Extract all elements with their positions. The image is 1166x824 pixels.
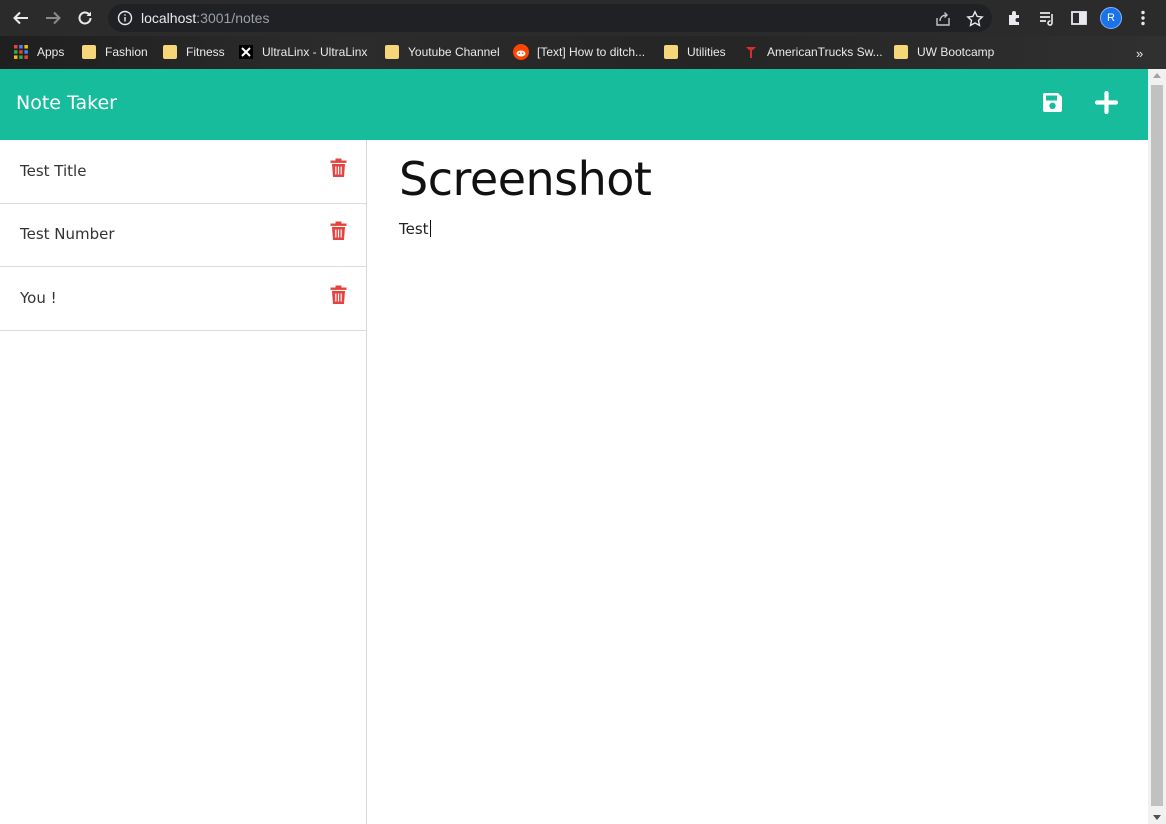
folder-icon: [664, 45, 678, 59]
reload-button[interactable]: [72, 6, 98, 30]
note-title-input[interactable]: Screenshot: [399, 152, 652, 206]
bookmark-label: AmericanTrucks Sw...: [767, 45, 883, 59]
bookmark-ultralinx[interactable]: UltraLinx - UltraLinx: [239, 42, 367, 62]
app-title[interactable]: Note Taker: [16, 92, 117, 114]
new-note-plus-icon[interactable]: [1094, 90, 1119, 115]
note-list-item[interactable]: You !: [0, 267, 366, 331]
profile-avatar[interactable]: R: [1100, 7, 1122, 29]
note-list-title[interactable]: Test Title: [20, 162, 86, 180]
delete-note-trash-icon[interactable]: [330, 221, 347, 241]
delete-note-trash-icon[interactable]: [330, 158, 347, 178]
reload-icon: [78, 11, 92, 25]
scroll-down-arrow-icon[interactable]: [1153, 815, 1161, 820]
forward-button[interactable]: [40, 6, 66, 30]
kebab-menu-icon[interactable]: [1133, 8, 1153, 28]
americantrucks-icon: [746, 47, 756, 58]
bookmark-label: Apps: [37, 45, 65, 59]
note-list-item[interactable]: Test Title: [0, 140, 366, 204]
note-list-item[interactable]: Test Number: [0, 203, 366, 267]
bookmark-label: Fitness: [186, 45, 225, 59]
app-navbar: Note Taker: [0, 69, 1148, 140]
note-body-text: Test: [399, 220, 429, 238]
folder-icon: [163, 45, 177, 59]
folder-icon: [894, 45, 908, 59]
bookmark-label: Utilities: [687, 45, 726, 59]
reading-list-icon[interactable]: [1037, 8, 1057, 28]
side-panel-icon[interactable]: [1069, 8, 1089, 28]
bookmark-uw-bootcamp[interactable]: UW Bootcamp: [894, 42, 994, 62]
folder-icon: [82, 45, 96, 59]
star-bookmark-icon[interactable]: [966, 10, 984, 28]
browser-toolbar: localhost:3001/notes R: [0, 0, 1166, 36]
bookmark-youtube-channel[interactable]: Youtube Channel: [385, 42, 500, 62]
bookmark-apps[interactable]: Apps: [14, 42, 64, 62]
bookmark-fashion[interactable]: Fashion: [82, 42, 148, 62]
note-editor: Screenshot Test: [367, 140, 1148, 824]
arrow-left-icon: [13, 11, 28, 25]
bookmark-fitness[interactable]: Fitness: [163, 42, 225, 62]
profile-initial: R: [1107, 12, 1115, 24]
bookmarks-overflow-button[interactable]: »: [1136, 46, 1143, 61]
url-text[interactable]: localhost:3001/notes: [141, 10, 269, 26]
note-text-area[interactable]: Test: [399, 220, 431, 238]
bookmark-label: UW Bootcamp: [917, 45, 995, 59]
note-list-title[interactable]: You !: [20, 289, 57, 307]
bookmark-utilities[interactable]: Utilities: [664, 42, 726, 62]
arrow-right-icon: [46, 11, 61, 25]
bookmark-label: [Text] How to ditch...: [537, 45, 646, 59]
reddit-icon: [513, 44, 529, 60]
bookmark-label: Youtube Channel: [408, 45, 500, 59]
text-caret: [429, 220, 431, 237]
page-scrollbar[interactable]: [1148, 69, 1166, 824]
extensions-puzzle-icon[interactable]: [1005, 8, 1025, 28]
scroll-up-arrow-icon[interactable]: [1153, 73, 1161, 78]
bookmark-americantrucks[interactable]: AmericanTrucks Sw...: [744, 42, 883, 62]
bookmark-label: UltraLinx - UltraLinx: [262, 45, 368, 59]
delete-note-trash-icon[interactable]: [330, 285, 347, 305]
folder-icon: [385, 45, 399, 59]
bookmark-label: Fashion: [105, 45, 148, 59]
ultralinx-x-icon: [239, 45, 253, 59]
save-note-icon[interactable]: [1041, 91, 1065, 115]
back-button[interactable]: [8, 6, 34, 30]
apps-grid-icon: [14, 45, 28, 59]
scrollbar-thumb[interactable]: [1151, 85, 1163, 806]
note-list-title[interactable]: Test Number: [20, 225, 115, 243]
address-bar[interactable]: localhost:3001/notes: [108, 4, 992, 32]
site-info-icon[interactable]: [117, 10, 133, 31]
bookmarks-bar: Apps Fashion Fitness UltraLinx - UltraLi…: [0, 36, 1166, 69]
share-icon[interactable]: [934, 10, 952, 28]
bookmark-reddit-post[interactable]: [Text] How to ditch...: [513, 42, 645, 62]
notes-list: Test Title Test Number You !: [0, 140, 367, 824]
